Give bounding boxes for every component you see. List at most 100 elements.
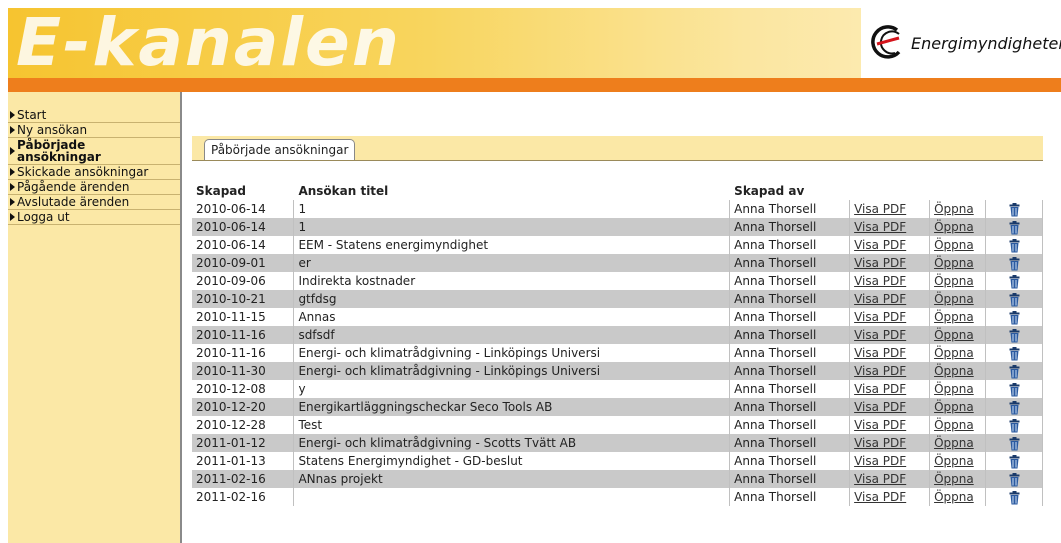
open-link[interactable]: Öppna: [934, 454, 974, 468]
trash-icon[interactable]: [1009, 491, 1020, 505]
trash-icon[interactable]: [1009, 455, 1020, 469]
created-date: 2010-12-08: [192, 380, 295, 398]
sidebar-nav: Start Ny ansökan Påbörjade ansökningar Skic…: [8, 108, 180, 225]
trash-icon[interactable]: [1009, 437, 1020, 451]
sidebar-item-4[interactable]: Pågående ärenden: [8, 180, 180, 195]
created-date: 2011-02-16: [192, 488, 295, 506]
view-pdf-link[interactable]: Visa PDF: [854, 490, 906, 504]
open-link[interactable]: Öppna: [934, 436, 974, 450]
table-row: 2010-10-21 gtfdsg Anna Thorsell Visa PDF Öpp…: [192, 290, 1043, 308]
trash-icon[interactable]: [1009, 347, 1020, 361]
view-pdf-link[interactable]: Visa PDF: [854, 436, 906, 450]
column-header-pdf: [849, 182, 931, 200]
table-row: 2011-02-16 ANnas projekt Anna Thorsell Visa…: [192, 470, 1043, 488]
sidebar-item-label: Avslutade ärenden: [17, 195, 130, 209]
open-link[interactable]: Öppna: [934, 202, 974, 216]
delete-cell: [985, 254, 1043, 272]
trash-icon[interactable]: [1009, 401, 1020, 415]
pdf-cell: Visa PDF: [849, 344, 931, 362]
application-title: gtfdsg: [293, 290, 731, 308]
open-link[interactable]: Öppna: [934, 418, 974, 432]
sidebar-item-6[interactable]: Logga ut: [8, 210, 180, 225]
open-link[interactable]: Öppna: [934, 490, 974, 504]
delete-cell: [985, 416, 1043, 434]
table-row: 2010-06-14 EEM - Statens energimyndighet A…: [192, 236, 1043, 254]
sidebar-item-3[interactable]: Skickade ansökningar: [8, 165, 180, 180]
pdf-cell: Visa PDF: [849, 308, 931, 326]
sidebar-item-2[interactable]: Påbörjade ansökningar: [8, 138, 180, 165]
open-link[interactable]: Öppna: [934, 256, 974, 270]
sidebar-item-5[interactable]: Avslutade ärenden: [8, 195, 180, 210]
trash-icon[interactable]: [1009, 311, 1020, 325]
energimyndigheten-logo-icon: [871, 25, 901, 59]
created-by: Anna Thorsell: [729, 254, 851, 272]
view-pdf-link[interactable]: Visa PDF: [854, 274, 906, 288]
trash-icon[interactable]: [1009, 365, 1020, 379]
view-pdf-link[interactable]: Visa PDF: [854, 346, 906, 360]
sidebar-item-label: Skickade ansökningar: [17, 165, 149, 179]
open-link[interactable]: Öppna: [934, 400, 974, 414]
view-pdf-link[interactable]: Visa PDF: [854, 400, 906, 414]
sidebar-item-1[interactable]: Ny ansökan: [8, 123, 180, 138]
pdf-cell: Visa PDF: [849, 452, 931, 470]
trash-icon[interactable]: [1009, 257, 1020, 271]
pdf-cell: Visa PDF: [849, 416, 931, 434]
tab-started-applications[interactable]: Påbörjade ansökningar: [204, 139, 356, 160]
open-link[interactable]: Öppna: [934, 292, 974, 306]
trash-icon[interactable]: [1009, 329, 1020, 343]
open-link[interactable]: Öppna: [934, 328, 974, 342]
triangle-right-icon: [10, 213, 15, 221]
created-by: Anna Thorsell: [729, 272, 851, 290]
sidebar-item-label: Ny ansökan: [17, 123, 88, 137]
application-title: Energi- och klimatrådgivning - Linköping…: [293, 362, 731, 380]
created-date: 2010-11-16: [192, 344, 295, 362]
open-cell: Öppna: [929, 452, 987, 470]
column-header-delete: [985, 182, 1043, 200]
delete-cell: [985, 380, 1043, 398]
open-link[interactable]: Öppna: [934, 310, 974, 324]
open-link[interactable]: Öppna: [934, 472, 974, 486]
table-row: 2010-12-20 Energikartläggningscheckar Sec…: [192, 398, 1043, 416]
view-pdf-link[interactable]: Visa PDF: [854, 238, 906, 252]
open-cell: Öppna: [929, 218, 987, 236]
created-by: Anna Thorsell: [729, 470, 851, 488]
view-pdf-link[interactable]: Visa PDF: [854, 382, 906, 396]
open-link[interactable]: Öppna: [934, 238, 974, 252]
pdf-cell: Visa PDF: [849, 362, 931, 380]
trash-icon[interactable]: [1009, 239, 1020, 253]
open-link[interactable]: Öppna: [934, 220, 974, 234]
open-link[interactable]: Öppna: [934, 382, 974, 396]
trash-icon[interactable]: [1009, 221, 1020, 235]
view-pdf-link[interactable]: Visa PDF: [854, 292, 906, 306]
view-pdf-link[interactable]: Visa PDF: [854, 328, 906, 342]
open-link[interactable]: Öppna: [934, 364, 974, 378]
sidebar-item-label: Påbörjade ansökningar: [17, 138, 101, 164]
open-link[interactable]: Öppna: [934, 274, 974, 288]
view-pdf-link[interactable]: Visa PDF: [854, 202, 906, 216]
trash-icon[interactable]: [1009, 383, 1020, 397]
trash-icon[interactable]: [1009, 293, 1020, 307]
delete-cell: [985, 470, 1043, 488]
view-pdf-link[interactable]: Visa PDF: [854, 364, 906, 378]
created-by: Anna Thorsell: [729, 290, 851, 308]
trash-icon[interactable]: [1009, 473, 1020, 487]
open-link[interactable]: Öppna: [934, 346, 974, 360]
created-date: 2010-12-20: [192, 398, 295, 416]
trash-icon[interactable]: [1009, 419, 1020, 433]
view-pdf-link[interactable]: Visa PDF: [854, 310, 906, 324]
view-pdf-link[interactable]: Visa PDF: [854, 472, 906, 486]
sidebar-item-0[interactable]: Start: [8, 108, 180, 123]
open-cell: Öppna: [929, 470, 987, 488]
table-header-row: Skapad Ansökan titel Skapad av: [192, 182, 1043, 200]
view-pdf-link[interactable]: Visa PDF: [854, 454, 906, 468]
created-by: Anna Thorsell: [729, 434, 851, 452]
view-pdf-link[interactable]: Visa PDF: [854, 418, 906, 432]
view-pdf-link[interactable]: Visa PDF: [854, 220, 906, 234]
view-pdf-link[interactable]: Visa PDF: [854, 256, 906, 270]
delete-cell: [985, 344, 1043, 362]
trash-icon[interactable]: [1009, 203, 1020, 217]
application-title: [293, 488, 731, 506]
delete-cell: [985, 218, 1043, 236]
open-cell: Öppna: [929, 236, 987, 254]
trash-icon[interactable]: [1009, 275, 1020, 289]
